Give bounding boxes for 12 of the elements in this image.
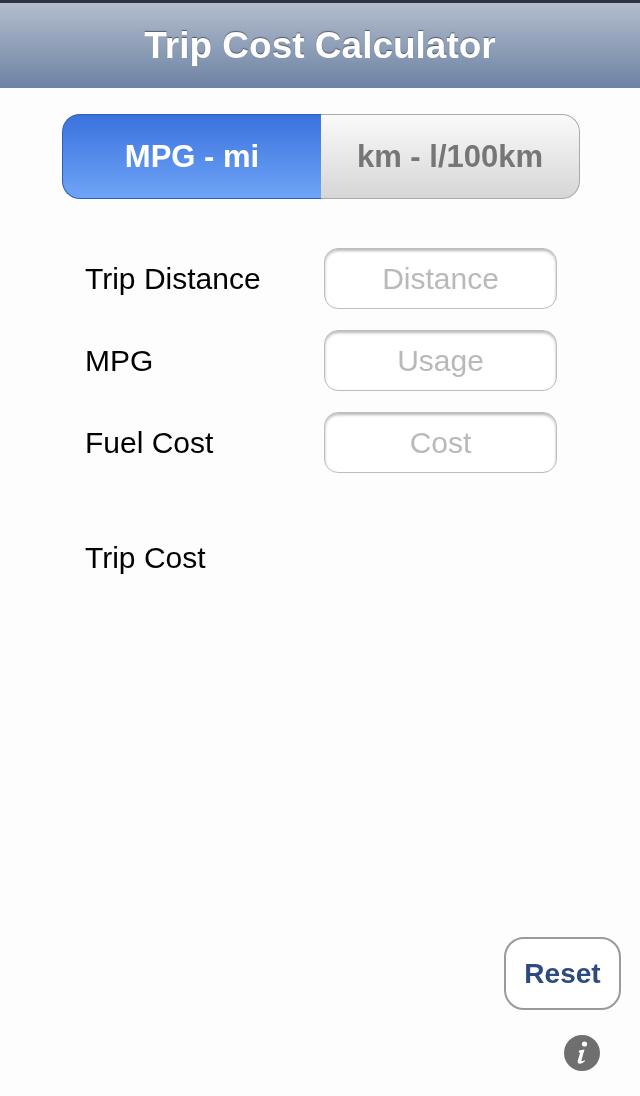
info-icon[interactable] [564,1035,600,1071]
field-label: MPG [85,342,155,379]
input-field[interactable]: Usage [324,330,557,391]
unit-segment-tab[interactable]: km - l/100km [321,114,580,199]
field-label: Trip Distance [85,260,262,297]
input-field[interactable]: Distance [324,248,557,309]
field-label: Fuel Cost [85,424,215,461]
input-field[interactable]: Cost [324,412,557,473]
screen-title: Trip Cost Calculator [144,27,496,64]
unit-segment-tab[interactable]: MPG - mi [62,114,321,199]
trip-cost-label: Trip Cost [85,541,206,574]
reset-button[interactable]: Reset [504,937,621,1010]
